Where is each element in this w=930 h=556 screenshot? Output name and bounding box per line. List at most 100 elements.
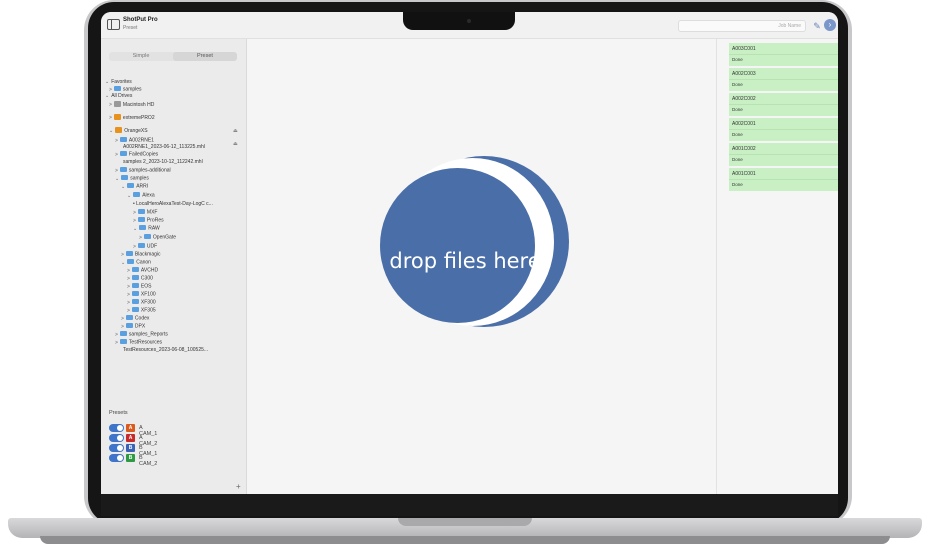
chevron-right-icon[interactable]: > — [127, 268, 130, 274]
chevron-right-icon[interactable]: > — [115, 152, 118, 158]
tree-item[interactable]: > FailedCopies — [115, 151, 158, 158]
chevron-down-icon[interactable]: ⌄ — [115, 176, 119, 182]
tree-item[interactable]: ⌄ All Drives — [105, 93, 132, 100]
tree-item[interactable]: ⌄ Canon — [121, 259, 151, 266]
job-name-input[interactable]: Job Name — [678, 20, 806, 32]
tree-item-label: FailedCopies — [128, 151, 159, 158]
chevron-right-icon[interactable]: > — [109, 115, 112, 121]
chevron-down-icon[interactable]: ⌄ — [109, 128, 113, 134]
chevron-down-icon[interactable]: ⌄ — [127, 193, 131, 199]
chevron-down-icon[interactable]: ⌄ — [105, 93, 109, 99]
chevron-right-icon[interactable]: > — [133, 210, 136, 216]
chevron-right-icon[interactable]: > — [127, 276, 130, 282]
tree-item[interactable]: > EOS — [127, 283, 151, 290]
tree-item[interactable]: ⌄ RAW — [133, 225, 160, 232]
chevron-right-icon[interactable]: > — [133, 218, 136, 224]
tree-item-label: Blackmagic — [134, 251, 161, 258]
job-card[interactable]: A002C003 Done — [729, 68, 838, 91]
chevron-down-icon[interactable]: ⌄ — [121, 260, 125, 266]
tree-item[interactable]: > Blackmagic — [121, 251, 161, 258]
chevron-right-icon[interactable]: > — [121, 252, 124, 258]
tree-item[interactable]: > DPX — [121, 323, 145, 330]
tree-item[interactable]: ⌄ Favorites — [105, 79, 132, 86]
tree-item[interactable]: > samples — [109, 86, 142, 93]
tree-item[interactable]: > extremePRO2 — [109, 114, 155, 121]
chevron-right-icon[interactable]: > — [127, 308, 130, 314]
chevron-right-icon[interactable]: > — [127, 284, 130, 290]
sidebar-toggle-icon[interactable] — [107, 19, 120, 30]
preset-toggle[interactable] — [109, 444, 124, 452]
tree-item[interactable]: > A002RNE1 — [115, 137, 154, 144]
tree-item[interactable]: > ProRes — [133, 217, 164, 224]
preset-toggle[interactable] — [109, 424, 124, 432]
chevron-right-icon[interactable]: > — [127, 292, 130, 298]
chevron-right-icon[interactable]: > — [127, 300, 130, 306]
tree-item[interactable]: > Macintosh HD — [109, 101, 154, 108]
tree-item[interactable]: ⌄ samples — [115, 175, 149, 182]
chevron-right-icon[interactable]: > — [139, 235, 142, 241]
folder-icon — [131, 275, 139, 280]
job-name-placeholder: Job Name — [778, 23, 801, 29]
tree-item[interactable]: > samples_Reports — [115, 331, 168, 338]
job-card[interactable]: A002C001 Done — [729, 118, 838, 141]
chevron-right-icon[interactable]: > — [121, 324, 124, 330]
tree-item[interactable]: TestResources_2023-06-08_100525... — [123, 347, 208, 354]
tree-item-label: LocalHeroAlexaTest-Day-LogC c... — [136, 201, 213, 207]
tree-item[interactable]: > Codex — [121, 315, 149, 322]
eject-icon[interactable]: ⏏ — [233, 128, 238, 134]
tree-item-label: XF100 — [140, 291, 156, 298]
job-card[interactable]: A002C002 Done — [729, 93, 838, 116]
start-button[interactable]: › — [824, 19, 836, 31]
job-card[interactable]: A003C001 Done — [729, 43, 838, 66]
job-divider — [729, 54, 838, 55]
tree-item[interactable]: A002RNE1_2023-06-12_113225.mhl — [123, 144, 205, 151]
tree-item[interactable]: > C300 — [127, 275, 153, 282]
job-card[interactable]: A001C001 Done — [729, 168, 838, 191]
tab-preset[interactable]: Preset — [173, 52, 237, 61]
chevron-down-icon[interactable]: ⌄ — [105, 79, 109, 85]
tree-item[interactable]: > XF305 — [127, 307, 156, 314]
folder-icon — [131, 291, 139, 296]
drop-circle[interactable] — [380, 168, 535, 323]
chevron-down-icon[interactable]: ⌄ — [133, 226, 137, 232]
tree-item[interactable]: > XF300 — [127, 299, 156, 306]
chevron-right-icon[interactable]: > — [121, 316, 124, 322]
tree-item[interactable]: > MXF — [133, 209, 157, 216]
tree-item[interactable]: ⌄ ARRI — [121, 183, 148, 190]
folder-icon — [125, 323, 133, 328]
tree-item[interactable]: > OpenGate — [139, 234, 176, 241]
chevron-right-icon[interactable]: > — [133, 244, 136, 250]
tree-item[interactable]: • LocalHeroAlexaTest-Day-LogC c... — [133, 201, 213, 208]
app-subtitle: Preset — [123, 25, 138, 31]
tree-item-label: samples-additional — [128, 167, 171, 174]
folder-icon — [131, 299, 139, 304]
tree-item[interactable]: > TestResources — [115, 339, 162, 346]
tree-item[interactable]: > XF100 — [127, 291, 156, 298]
chevron-right-icon[interactable]: > — [109, 87, 112, 93]
tab-simple[interactable]: Simple — [109, 52, 173, 61]
eject-icon[interactable]: ⏏ — [233, 141, 238, 147]
folder-icon — [133, 192, 141, 197]
tree-item[interactable]: > samples-additional — [115, 167, 171, 174]
chevron-right-icon[interactable]: > — [109, 102, 112, 108]
chevron-right-icon[interactable]: > — [115, 138, 118, 144]
folder-icon — [137, 243, 145, 248]
tree-item[interactable]: > AVCHD — [127, 267, 158, 274]
chevron-right-icon[interactable]: > — [115, 340, 118, 346]
chevron-right-icon[interactable]: > — [115, 168, 118, 174]
chevron-right-icon[interactable]: > — [115, 332, 118, 338]
add-preset-button[interactable]: + — [236, 482, 241, 491]
tree-item[interactable]: ⌄ OrangeXS — [109, 127, 148, 134]
tree-item[interactable]: samples 2_2023-10-12_112242.mhl — [123, 159, 203, 166]
folder-icon — [119, 167, 127, 172]
pencil-icon[interactable]: ✎ — [811, 20, 823, 32]
chevron-down-icon[interactable]: ⌄ — [121, 184, 125, 190]
folder-icon — [143, 234, 151, 239]
tree-item-label: TestResources_2023-06-08_100525... — [123, 347, 209, 353]
tree-item-label: MXF — [146, 209, 158, 216]
tree-item[interactable]: ⌄ Alexa — [127, 192, 155, 199]
job-card[interactable]: A001C002 Done — [729, 143, 838, 166]
tree-item[interactable]: > UDF — [133, 243, 157, 250]
preset-toggle[interactable] — [109, 454, 124, 462]
preset-toggle[interactable] — [109, 434, 124, 442]
